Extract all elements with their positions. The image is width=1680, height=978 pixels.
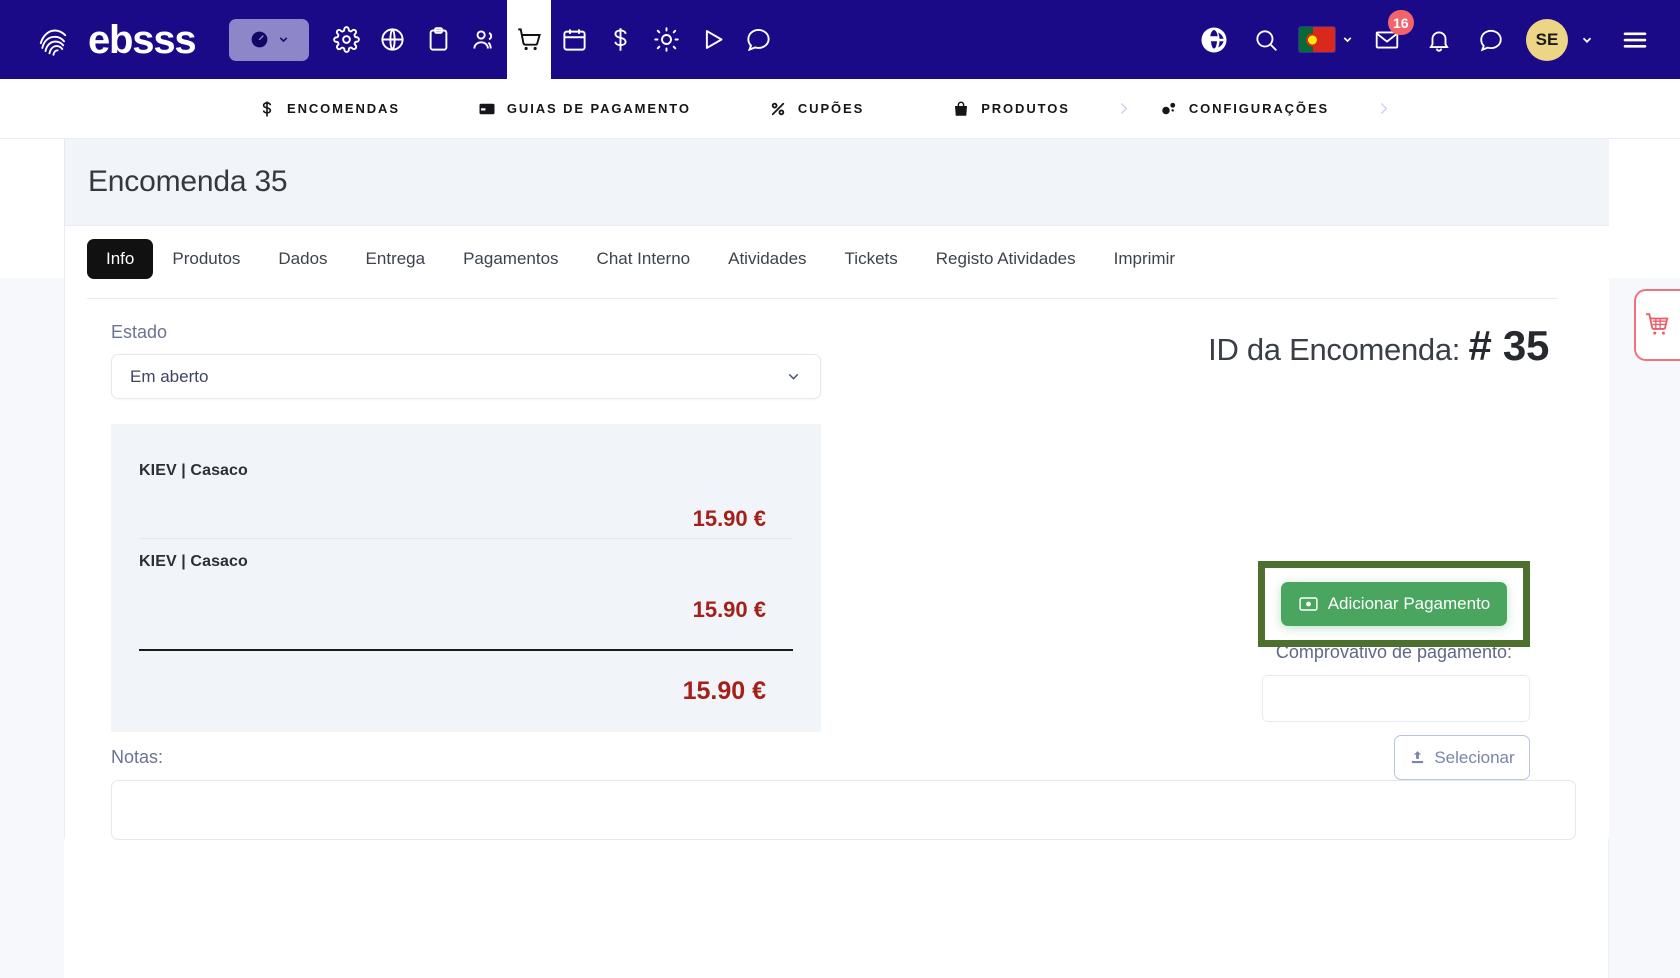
secondary-navigation: ENCOMENDAS GUIAS DE PAGAMENTO CUPÕES PRO…: [0, 79, 1680, 139]
chevron-right-icon: [1120, 103, 1128, 114]
page-body: Encomenda 35 Info Produtos Dados Entrega…: [0, 139, 1680, 978]
nav-shopping-cart-icon[interactable]: [507, 0, 552, 79]
chevron-down-icon: [279, 37, 288, 43]
nav-sun-icon[interactable]: [643, 0, 689, 79]
adicionar-pagamento-label: Adicionar Pagamento: [1327, 594, 1491, 613]
order-items-panel: KIEV | Casaco 15.90 € KIEV | Casaco 15.9…: [111, 424, 821, 732]
tab-entrega[interactable]: Entrega: [347, 239, 445, 279]
tab-bar: Info Produtos Dados Entrega Pagamentos C…: [87, 239, 1557, 299]
order-left-column: Estado Em aberto KIEV | Casaco 15.90 € K…: [111, 322, 1576, 840]
percent-icon: [771, 102, 785, 115]
subnav-item-guias-de-pagamento[interactable]: GUIAS DE PAGAMENTO: [478, 100, 691, 118]
fingerprint-logo-icon: [36, 21, 74, 59]
tab-dados[interactable]: Dados: [259, 239, 346, 279]
tab-atividades[interactable]: Atividades: [709, 239, 825, 279]
nav-icon-group: [323, 0, 781, 79]
nav-clipboard-icon[interactable]: [415, 0, 461, 79]
page-title: Encomenda 35: [88, 165, 288, 198]
credit-card-icon: [479, 103, 495, 114]
order-total: 15.90 €: [682, 677, 766, 705]
comprovativo-input[interactable]: [1262, 675, 1530, 722]
estado-select[interactable]: Em aberto: [111, 354, 821, 399]
tab-pagamentos[interactable]: Pagamentos: [444, 239, 577, 279]
total-divider: [139, 649, 793, 651]
bag-icon: [955, 101, 968, 116]
order-right-column: ID da Encomenda: # 35 Comprovativo de pa…: [1129, 322, 1549, 780]
subnav-label: PRODUTOS: [981, 101, 1070, 116]
selecionar-label: Selecionar: [1434, 747, 1515, 767]
item-price: 15.90 €: [692, 506, 766, 531]
chat-icon[interactable]: [1466, 0, 1516, 79]
cart-floating-button[interactable]: [1634, 289, 1680, 361]
tab-info[interactable]: Info: [87, 239, 154, 279]
user-avatar[interactable]: SE: [1526, 18, 1568, 61]
topbar-right-group: 16 SE: [1189, 0, 1680, 79]
dashboard-switcher[interactable]: [229, 18, 310, 61]
subnav-item-encomendas[interactable]: ENCOMENDAS: [258, 100, 400, 118]
tab-imprimir[interactable]: Imprimir: [1095, 239, 1194, 279]
upload-icon: [1412, 751, 1424, 764]
order-item-row: KIEV | Casaco 15.90 €: [139, 538, 793, 629]
brand-name: ebsss: [88, 17, 197, 62]
tab-registo-atividades[interactable]: Registo Atividades: [917, 239, 1095, 279]
selecionar-file-button[interactable]: Selecionar: [1394, 735, 1530, 780]
estado-label: Estado: [111, 322, 168, 342]
brand-logo[interactable]: ebsss: [36, 0, 197, 79]
order-id-value: # 35: [1468, 322, 1549, 369]
subnav-label: GUIAS DE PAGAMENTO: [506, 101, 691, 116]
chevron-down-icon: [1343, 37, 1352, 43]
messages-badge: 16: [1388, 10, 1414, 35]
adicionar-pagamento-button[interactable]: Adicionar Pagamento: [1280, 582, 1508, 626]
tab-tickets[interactable]: Tickets: [826, 239, 917, 279]
item-name: KIEV | Casaco: [139, 553, 248, 570]
notas-label: Notas:: [111, 747, 164, 767]
banknote-icon: [1299, 597, 1318, 611]
subnav-item-configuracoes[interactable]: CONFIGURAÇÕES: [1160, 100, 1329, 118]
nav-globe-icon[interactable]: [369, 0, 415, 79]
shopping-cart-icon: [1646, 313, 1669, 335]
nav-chat-bubble-icon[interactable]: [735, 0, 781, 79]
nav-play-icon[interactable]: [689, 0, 735, 79]
subnav-label: ENCOMENDAS: [287, 101, 400, 116]
nav-users-icon[interactable]: [461, 0, 507, 79]
chevron-right-icon[interactable]: [1375, 100, 1392, 117]
dollar-icon: [262, 101, 272, 116]
top-navigation-bar: ebsss 16 SE: [0, 0, 1680, 79]
page-header: Encomenda 35: [64, 139, 1609, 226]
chevron-down-icon: [788, 373, 799, 380]
notas-textarea[interactable]: [111, 780, 1576, 840]
nav-gear-icon[interactable]: [323, 0, 369, 79]
nav-dollar-icon[interactable]: [597, 0, 643, 79]
speedometer-icon: [251, 31, 268, 48]
subnav-item-produtos[interactable]: PRODUTOS: [952, 100, 1070, 118]
estado-selected-value: Em aberto: [130, 366, 209, 386]
tab-produtos[interactable]: Produtos: [153, 239, 259, 279]
subnav-item-cupoes[interactable]: CUPÕES: [769, 100, 864, 118]
chevron-down-icon[interactable]: [1580, 33, 1594, 47]
item-name: KIEV | Casaco: [139, 462, 248, 479]
messages-icon[interactable]: 16: [1362, 0, 1414, 79]
notifications-bell-icon[interactable]: [1414, 0, 1464, 79]
nav-calendar-icon[interactable]: [551, 0, 597, 79]
subnav-label: CONFIGURAÇÕES: [1188, 101, 1330, 116]
language-selector[interactable]: [1293, 27, 1360, 52]
tab-chat-interno[interactable]: Chat Interno: [578, 239, 710, 279]
subnav-label: CUPÕES: [797, 101, 865, 116]
order-id-label: ID da Encomenda:: [1208, 332, 1461, 367]
order-id-display: ID da Encomenda: # 35: [1129, 322, 1549, 370]
settings-sliders-icon: [1162, 102, 1175, 114]
language-globe-icon[interactable]: [1189, 0, 1239, 79]
portugal-flag-icon: [1299, 27, 1335, 52]
order-detail-card: Info Produtos Dados Entrega Pagamentos C…: [64, 226, 1609, 840]
search-icon[interactable]: [1241, 0, 1291, 79]
right-rail: [1608, 278, 1680, 978]
left-rail: [0, 278, 64, 978]
order-item-row: KIEV | Casaco 15.90 €: [139, 448, 793, 538]
hamburger-menu-icon[interactable]: [1620, 25, 1650, 55]
item-price: 15.90 €: [692, 597, 766, 622]
add-payment-highlight: Adicionar Pagamento: [1258, 561, 1530, 647]
